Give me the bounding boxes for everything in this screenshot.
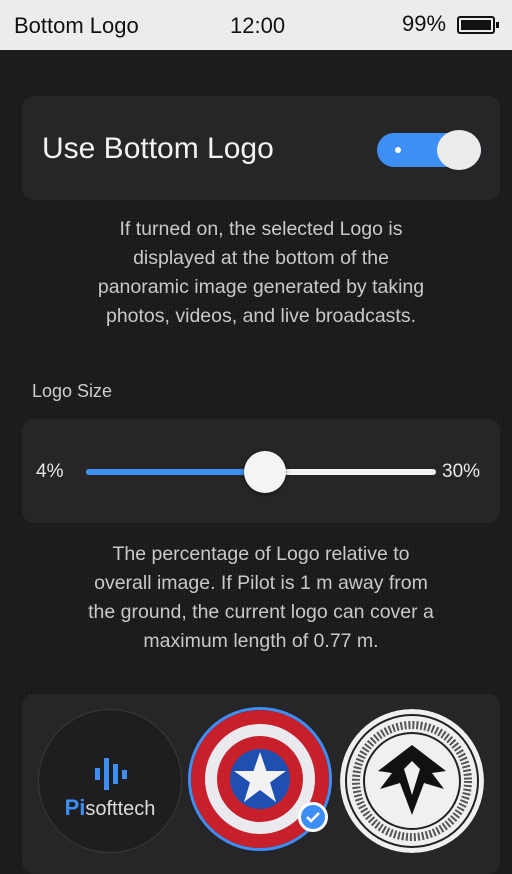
slider-thumb[interactable] [243,451,286,493]
eagle-emblem-icon [340,709,484,853]
logo-size-card: 4% 30% [22,419,500,523]
slider-max-label: 30% [442,461,481,482]
toggle-description-line: If turned on, the selected Logo is [119,218,403,240]
logo-picker: Pisofttech [22,694,500,874]
selected-check-icon [298,802,328,832]
logo-size-slider[interactable] [86,451,436,493]
battery-nub [496,22,499,28]
slider-min-label: 4% [36,461,64,482]
battery-icon [457,16,499,34]
size-description-line: The percentage of Logo relative to [112,543,410,565]
pisofttech-bars-icon [95,758,127,790]
status-title: Bottom Logo [14,13,139,38]
status-bar: Bottom Logo 12:00 99% [0,0,512,50]
size-description-line: overall image. If Pilot is 1 m away from [94,572,428,594]
use-bottom-logo-card: Use Bottom Logo [22,96,500,200]
slider-filled-track [86,469,265,475]
pisofttech-rest: softtech [85,798,156,820]
size-description-line: the ground, the current logo can cover a [88,601,434,623]
toggle-knob[interactable] [437,130,481,170]
size-description: The percentage of Logo relative to overa… [22,540,500,656]
eagle-emblem-logo[interactable] [340,709,484,853]
pisofttech-pi: Pi [64,795,86,820]
logo-size-label: Logo Size [32,381,113,401]
toggle-description-line: displayed at the bottom of the [133,247,389,269]
settings-screen: Use Bottom Logo If turned on, the select… [0,50,512,874]
use-bottom-logo-label: Use Bottom Logo [42,132,274,165]
pisofttech-logo[interactable]: Pisofttech [38,709,182,853]
toggle-description: If turned on, the selected Logo is displ… [22,215,500,331]
size-description-line: maximum length of 0.77 m. [143,630,379,652]
pisofttech-wordmark: Pisofttech [39,795,181,821]
toggle-description-line: panoramic image generated by taking [97,276,425,298]
use-bottom-logo-toggle[interactable] [377,130,481,170]
battery-percent: 99% [402,11,447,36]
battery-fill [461,20,491,30]
status-time: 12:00 [230,13,286,38]
toggle-on-indicator [395,147,401,153]
toggle-description-line: photos, videos, and live broadcasts. [105,305,417,327]
